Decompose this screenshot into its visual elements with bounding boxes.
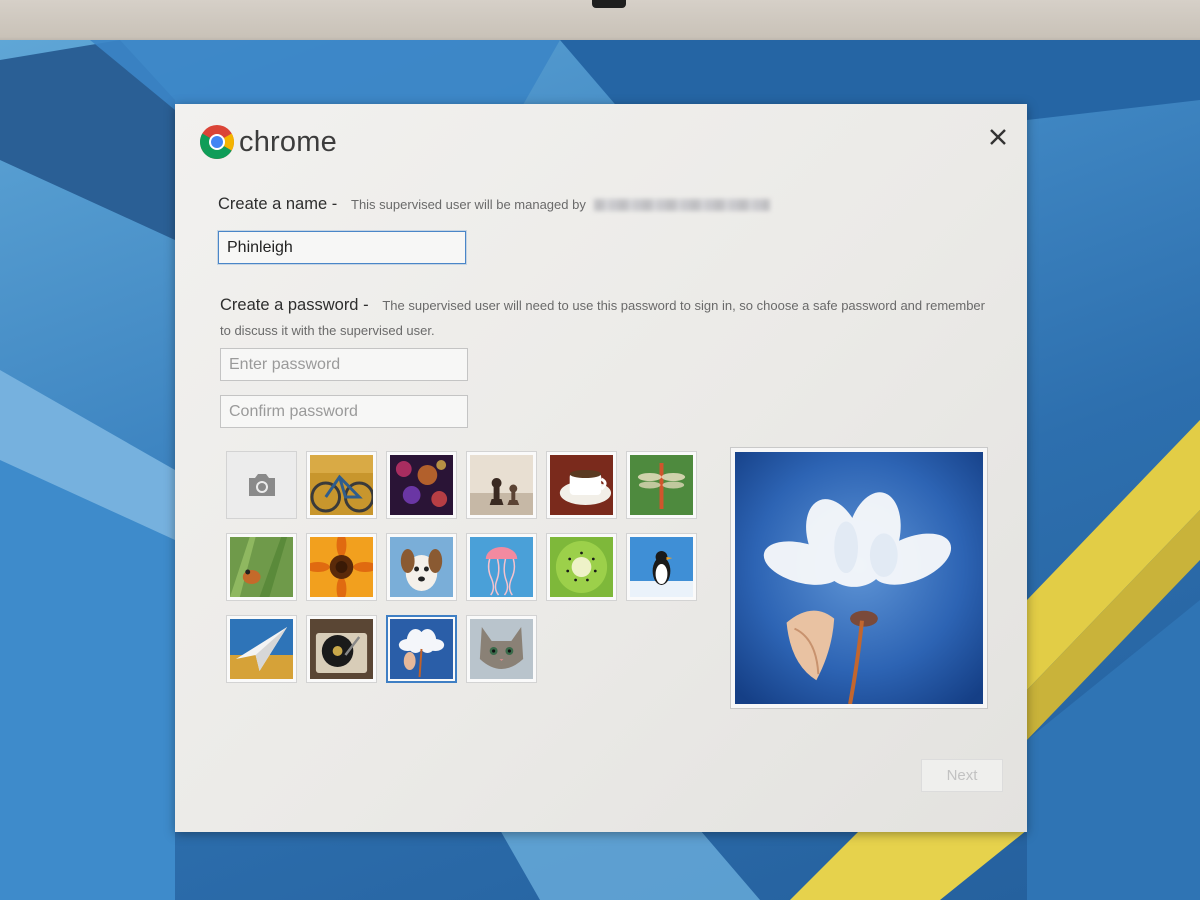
name-section-heading: Create a name - This supervised user wil… — [218, 195, 771, 214]
avatar-record-player[interactable] — [306, 615, 377, 683]
white-flower-preview-picture — [735, 452, 983, 704]
brand-wordmark: chrome — [239, 125, 337, 158]
password-section-heading: Create a password - The supervised user … — [220, 293, 990, 343]
chess-pieces-picture — [470, 455, 533, 515]
kiwi-picture — [550, 537, 613, 597]
puppy-picture — [390, 537, 453, 597]
chrome-brand: chrome — [199, 124, 337, 160]
avatar-camera[interactable] — [226, 451, 297, 519]
paper-plane-picture — [230, 619, 293, 679]
name-section-subtitle: This supervised user will be managed by — [351, 197, 586, 212]
camera-icon — [248, 474, 275, 496]
coffee-cup-picture — [550, 455, 613, 515]
avatar-penguin[interactable] — [626, 533, 697, 601]
manager-email-redacted — [594, 198, 771, 211]
supervised-user-name-input[interactable] — [218, 231, 466, 264]
kitten-picture — [470, 619, 533, 679]
avatar-picker — [226, 451, 697, 683]
avatar-kiwi[interactable] — [546, 533, 617, 601]
bokeh-lights-picture — [390, 455, 453, 515]
avatar-bicycle[interactable] — [306, 451, 377, 519]
jellyfish-picture — [470, 537, 533, 597]
avatar-jellyfish[interactable] — [466, 533, 537, 601]
frog-picture — [230, 537, 293, 597]
sunflower-picture — [310, 537, 373, 597]
bicycle-picture — [310, 455, 373, 515]
avatar-chess-pieces[interactable] — [466, 451, 537, 519]
avatar-frog[interactable] — [226, 533, 297, 601]
avatar-white-flower[interactable] — [386, 615, 457, 683]
dragonfly-picture — [630, 455, 693, 515]
avatar-preview — [730, 447, 988, 709]
close-button[interactable] — [985, 124, 1011, 150]
white-flower-picture — [390, 619, 453, 679]
close-icon — [990, 129, 1006, 145]
avatar-paper-plane[interactable] — [226, 615, 297, 683]
avatar-dragonfly[interactable] — [626, 451, 697, 519]
record-player-picture — [310, 619, 373, 679]
next-button[interactable]: Next — [921, 759, 1003, 792]
password-input[interactable] — [220, 348, 468, 381]
webcam-notch — [592, 0, 626, 8]
avatar-puppy[interactable] — [386, 533, 457, 601]
name-section-title: Create a name - — [218, 195, 338, 213]
chrome-logo-icon — [200, 125, 234, 159]
avatar-bokeh-lights[interactable] — [386, 451, 457, 519]
confirm-password-input[interactable] — [220, 395, 468, 428]
avatar-sunflower[interactable] — [306, 533, 377, 601]
avatar-kitten[interactable] — [466, 615, 537, 683]
avatar-coffee-cup[interactable] — [546, 451, 617, 519]
password-section-title: Create a password - — [220, 296, 369, 314]
penguin-picture — [630, 537, 693, 597]
create-supervised-user-dialog: chrome Create a name - This supervised u… — [175, 104, 1027, 832]
